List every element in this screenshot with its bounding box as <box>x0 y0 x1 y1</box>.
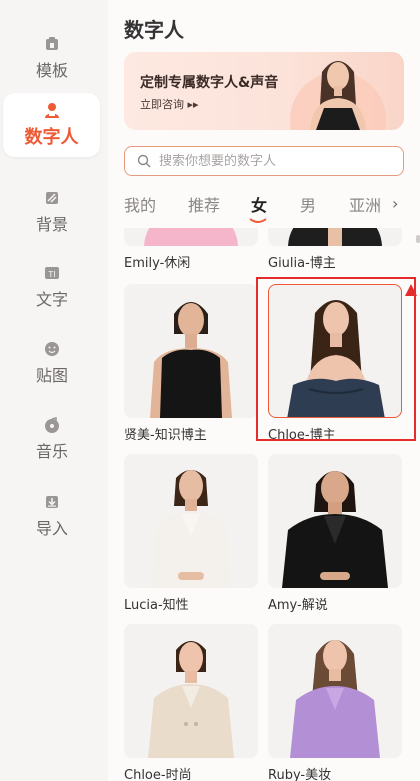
tab-active-indicator <box>249 218 267 223</box>
avatar-thumbnail <box>152 470 230 588</box>
tab-female[interactable]: 女 <box>251 192 267 216</box>
search-box[interactable] <box>124 146 404 176</box>
avatar-name: Chloe-时尚 <box>124 768 192 781</box>
main-panel: 数字人 定制专属数字人&声音 立即咨询 ▸▸ 我的 推荐 女 男 亚洲 › Em… <box>108 0 420 781</box>
avatar-name: Chloe-博主 <box>268 428 336 443</box>
tab-asian[interactable]: 亚洲 <box>349 192 385 216</box>
sidebar-item-label: 音乐 <box>35 442 68 461</box>
sidebar-item-music[interactable]: 音乐 <box>0 407 104 471</box>
sidebar-item-import[interactable]: 导入 <box>0 484 104 548</box>
avatar-name: 贤美-知识博主 <box>124 428 207 443</box>
chevron-right-icon[interactable]: › <box>392 194 398 213</box>
sidebar-item-sticker[interactable]: 贴图 <box>0 331 104 395</box>
sticker-icon <box>45 342 59 356</box>
page-title: 数字人 <box>124 18 184 42</box>
banner-title: 定制专属数字人&声音 <box>140 75 279 91</box>
sidebar-item-background[interactable]: 背景 <box>0 180 104 244</box>
sidebar-item-label: 贴图 <box>35 366 68 385</box>
avatar-name: Amy-解说 <box>268 598 328 613</box>
sidebar-item-label: 背景 <box>35 215 68 234</box>
consult-now-link[interactable]: 立即咨询 ▸▸ <box>140 96 199 112</box>
tab-recommended[interactable]: 推荐 <box>188 192 220 216</box>
avatar-thumbnail <box>150 302 232 418</box>
avatar-thumbnail <box>148 641 234 758</box>
avatar-card-amy[interactable] <box>268 454 402 588</box>
avatar-name: Ruby-美妆 <box>268 768 332 781</box>
tab-mine[interactable]: 我的 <box>124 192 156 216</box>
category-tabs: 我的 推荐 女 男 亚洲 › <box>124 192 420 223</box>
avatar-thumbnail <box>290 640 380 758</box>
avatar-thumbnail <box>144 228 238 246</box>
sidebar-item-label: 数字人 <box>24 127 79 148</box>
avatar-card-chloe-blogger[interactable] <box>268 284 402 418</box>
music-icon <box>45 417 59 433</box>
avatar-person-icon <box>44 103 59 118</box>
custom-avatar-banner[interactable]: 定制专属数字人&声音 立即咨询 ▸▸ <box>124 52 404 130</box>
avatar-thumbnail <box>288 228 382 246</box>
avatar-card-lucia[interactable] <box>124 454 258 588</box>
avatar-grid: Emily-休闲 Giulia-博主 贤美-知识博主 Chloe-博主 Luci… <box>108 228 420 781</box>
sidebar-item-label: 模板 <box>35 61 68 80</box>
sidebar-item-text[interactable]: TI 文字 <box>0 255 104 319</box>
avatar-name: Lucia-知性 <box>124 598 189 613</box>
avatar-card-chloe-fashion[interactable] <box>124 624 258 758</box>
import-icon <box>46 496 58 508</box>
sidebar-item-digital-human[interactable]: 数字人 <box>3 93 100 157</box>
sidebar-item-label: 导入 <box>35 519 68 538</box>
tab-male[interactable]: 男 <box>300 192 316 216</box>
background-icon <box>46 192 58 204</box>
sidebar-item-label: 文字 <box>35 290 68 309</box>
svg-text:TI: TI <box>47 270 55 279</box>
avatar-thumbnail <box>287 300 385 417</box>
avatar-name: Emily-休闲 <box>124 256 191 271</box>
scrollbar-thumb[interactable] <box>416 235 420 243</box>
pointer-arrow-icon <box>405 284 417 296</box>
search-icon <box>137 154 151 168</box>
sidebar: 模板 数字人 背景 TI 文字 贴图 音乐 导入 <box>0 0 108 781</box>
search-input[interactable] <box>157 152 381 170</box>
avatar-card-emily[interactable] <box>124 228 258 246</box>
avatar-thumbnail <box>282 471 388 588</box>
avatar-name: Giulia-博主 <box>268 256 336 271</box>
avatar-card-ruby[interactable] <box>268 624 402 758</box>
avatar-card-giulia[interactable] <box>268 228 402 246</box>
template-icon <box>46 37 58 50</box>
scrollbar[interactable] <box>416 228 420 781</box>
sidebar-item-template[interactable]: 模板 <box>0 26 104 90</box>
banner-model-image <box>310 61 366 130</box>
avatar-card-xianmei[interactable] <box>124 284 258 418</box>
text-icon: TI <box>45 267 59 279</box>
